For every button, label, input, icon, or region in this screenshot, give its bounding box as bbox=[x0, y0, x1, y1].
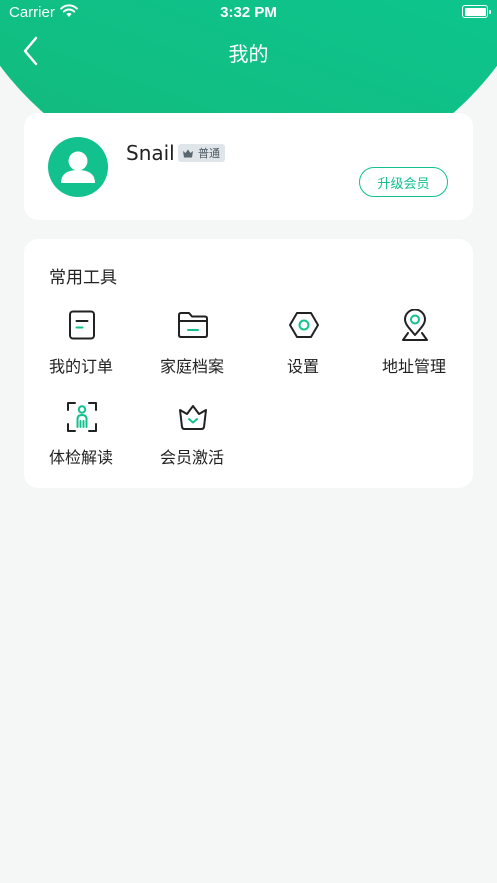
crown-icon bbox=[183, 149, 193, 158]
profile-card: Snail 普通 升级会员 bbox=[24, 113, 473, 220]
tool-label: 设置 bbox=[287, 357, 320, 376]
tool-checkup-report[interactable]: 体检解读 bbox=[49, 400, 159, 480]
battery-icon bbox=[462, 5, 491, 18]
status-time: 3:32 PM bbox=[220, 4, 277, 21]
tool-label: 家庭档案 bbox=[160, 357, 225, 376]
tool-label: 地址管理 bbox=[382, 357, 447, 376]
settings-hexagon-icon bbox=[271, 309, 337, 343]
member-level-label: 普通 bbox=[198, 147, 220, 160]
tool-family-records[interactable]: 家庭档案 bbox=[160, 309, 270, 389]
tool-member-activation[interactable]: 会员激活 bbox=[160, 400, 270, 480]
tool-label: 我的订单 bbox=[49, 357, 114, 376]
tool-address-management[interactable]: 地址管理 bbox=[382, 309, 492, 389]
tools-section-title: 常用工具 bbox=[49, 268, 117, 288]
avatar[interactable] bbox=[48, 137, 108, 197]
order-icon bbox=[49, 309, 115, 343]
username: Snail bbox=[126, 141, 175, 165]
member-basket-icon bbox=[160, 400, 226, 434]
tool-settings[interactable]: 设置 bbox=[271, 309, 381, 389]
page-title: 我的 bbox=[228, 42, 269, 66]
status-bar: Carrier 3:32 PM bbox=[0, 0, 497, 26]
folder-icon bbox=[160, 309, 226, 343]
user-avatar-icon bbox=[61, 151, 95, 183]
upgrade-member-button[interactable]: 升级会员 bbox=[359, 167, 448, 197]
common-tools-card: 常用工具 我的订单 家庭档案 设置 地址管理 体检解读 会员激活 bbox=[24, 239, 473, 488]
body-scan-icon bbox=[49, 400, 115, 434]
member-level-badge: 普通 bbox=[178, 144, 225, 162]
tool-label: 会员激活 bbox=[160, 448, 225, 467]
tool-my-orders[interactable]: 我的订单 bbox=[49, 309, 159, 389]
tool-label: 体检解读 bbox=[49, 448, 114, 467]
location-pin-icon bbox=[382, 309, 448, 343]
